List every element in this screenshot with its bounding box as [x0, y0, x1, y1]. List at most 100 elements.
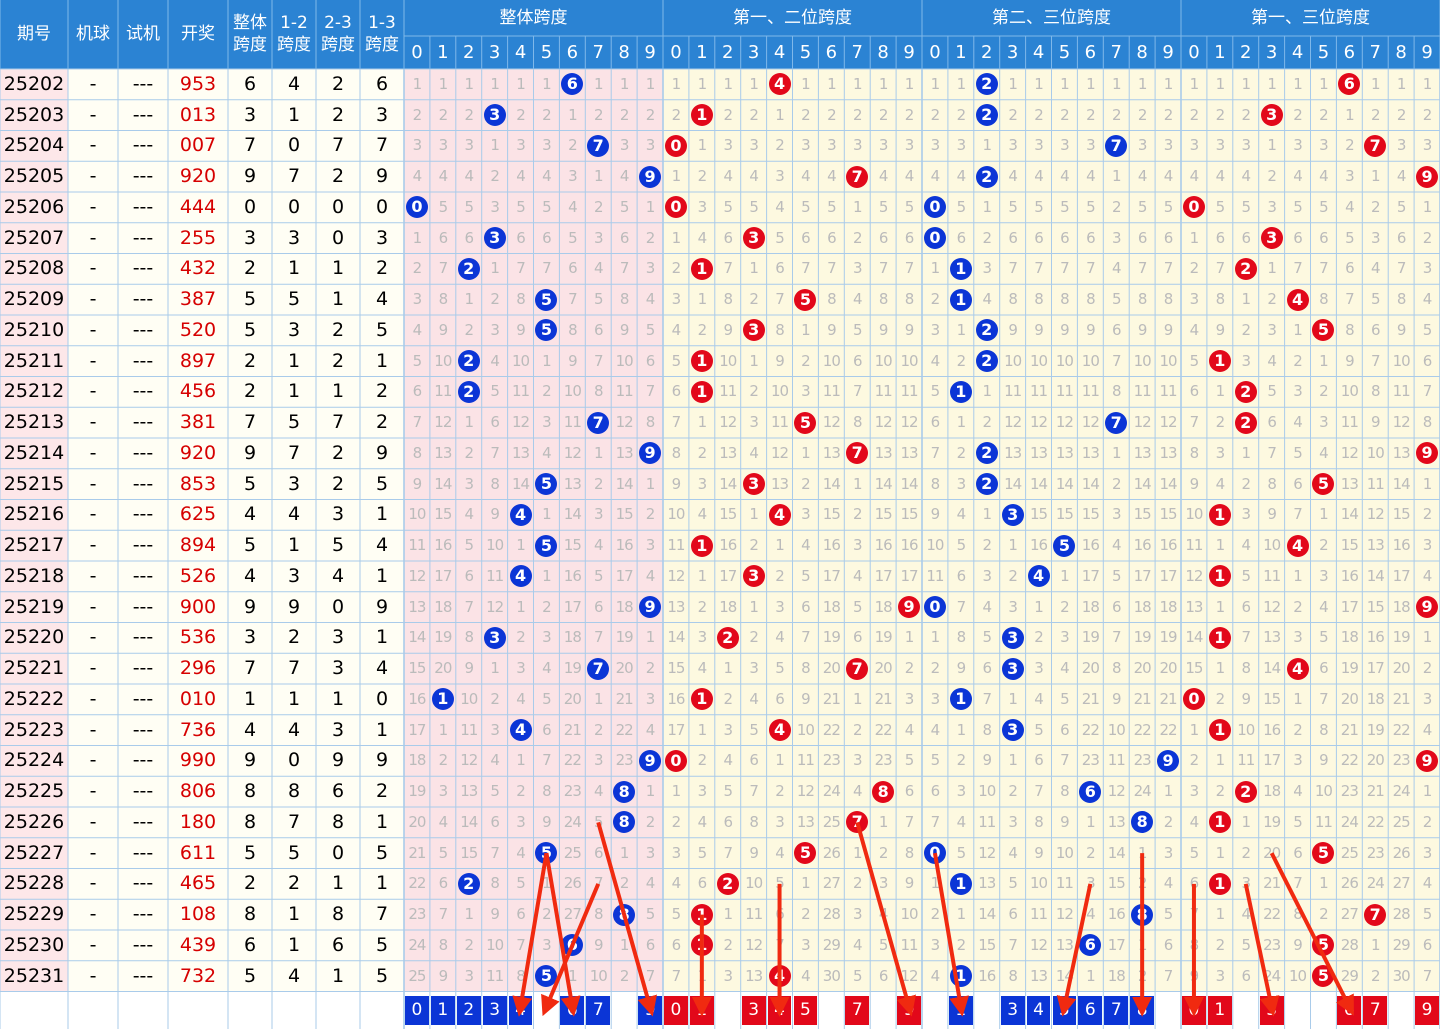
miss-count: 9 [412, 474, 423, 493]
miss-count: 17 [1366, 659, 1385, 678]
miss-count: 3 [1319, 413, 1329, 432]
miss-count: 3 [878, 136, 889, 155]
miss-count: 4 [464, 167, 474, 186]
miss-count: 3 [593, 228, 604, 247]
span-total-cell: 2 [243, 349, 257, 372]
miss-count: 9 [619, 320, 630, 339]
miss-count: 2 [1422, 659, 1433, 678]
span-ball-s23: 0 [923, 842, 946, 865]
miss-count: 6 [1293, 843, 1303, 862]
miss-count: 6 [930, 782, 941, 801]
draw-cell: 013 [179, 103, 217, 126]
miss-count: 1 [1215, 843, 1226, 862]
miss-count: 5 [801, 566, 811, 585]
miss-count: 28 [822, 905, 841, 924]
miss-count: 4 [1422, 290, 1433, 309]
miss-count: 6 [671, 935, 682, 954]
prediction-box-s23: 5 [1052, 995, 1077, 1025]
miss-count: 14 [1340, 505, 1359, 524]
miss-count: 13 [770, 474, 789, 493]
miss-count: 12 [1055, 413, 1074, 432]
miss-count: 1 [542, 566, 552, 585]
miss-count: 5 [1422, 905, 1433, 924]
header-digit: 9 [1421, 41, 1433, 63]
span-ball-s12: 2 [716, 626, 739, 649]
prediction-box-total: 6 [560, 995, 585, 1025]
miss-count: 1 [1086, 966, 1096, 985]
miss-count: 11 [1133, 382, 1152, 401]
miss-count: 4 [1396, 167, 1407, 186]
miss-count: 7 [1267, 443, 1277, 462]
miss-count: 2 [956, 443, 967, 462]
miss-count: 15 [460, 843, 478, 862]
miss-count: 7 [723, 259, 733, 278]
miss-count: 4 [593, 782, 604, 801]
miss-count: 19 [1366, 720, 1385, 739]
miss-count: 19 [1340, 659, 1359, 678]
miss-count: 16 [408, 689, 426, 708]
miss-count: 15 [434, 505, 452, 524]
miss-count: 9 [956, 659, 967, 678]
miss-count: 1 [516, 597, 526, 616]
miss-count: 4 [1034, 167, 1044, 186]
miss-count: 2 [956, 935, 967, 954]
miss-count: 8 [438, 935, 449, 954]
miss-count: 18 [1107, 966, 1126, 985]
span-ball-s23: 3 [1001, 657, 1024, 680]
miss-count: 15 [719, 505, 737, 524]
span-s13-cell: 3 [375, 226, 389, 249]
miss-count: 3 [930, 935, 941, 954]
miss-count: 2 [490, 689, 500, 708]
miss-count: 11 [1004, 382, 1022, 401]
miss-count: 1 [904, 628, 915, 647]
machine-cell: - [89, 411, 97, 434]
span-s13-cell: 2 [375, 411, 389, 434]
miss-count: 6 [464, 566, 474, 585]
miss-count: 18 [1159, 597, 1177, 616]
span-ball-s13: 4 [1286, 288, 1309, 311]
miss-count: 7 [956, 597, 967, 616]
trial-cell: --- [132, 872, 154, 895]
miss-count: 3 [852, 905, 863, 924]
miss-count: 18 [822, 597, 841, 616]
draw-cell: 920 [179, 165, 217, 188]
miss-count: 2 [1086, 843, 1096, 862]
span-ball-s23: 7 [1105, 411, 1128, 434]
miss-count: 10 [589, 966, 608, 985]
miss-count: 3 [619, 136, 630, 155]
miss-count: 4 [723, 751, 733, 770]
draw-cell: 432 [179, 257, 217, 280]
header-group-s12: 第一、二位跨度 [733, 7, 852, 28]
miss-count: 7 [904, 259, 915, 278]
miss-count: 1 [1319, 351, 1329, 370]
miss-count: 5 [775, 874, 785, 893]
miss-count: 16 [1392, 536, 1411, 555]
span-ball-s13: 7 [1364, 134, 1387, 157]
miss-count: 11 [667, 536, 685, 555]
miss-count: 8 [1215, 290, 1226, 309]
miss-count: 1 [930, 874, 941, 893]
miss-count: 9 [1215, 320, 1226, 339]
miss-count: 1 [697, 720, 708, 739]
miss-count: 4 [904, 720, 915, 739]
miss-count: 1 [930, 74, 941, 93]
miss-count: 8 [1034, 812, 1044, 831]
draw-cell: 007 [179, 134, 217, 157]
miss-count: 20 [434, 659, 452, 678]
miss-count: 2 [982, 413, 992, 432]
span-s13-cell: 6 [375, 72, 389, 95]
header-digit: 1 [437, 41, 449, 63]
prediction-box-s13: 1 [1207, 995, 1232, 1025]
span-ball-s23: 2 [975, 165, 998, 188]
header-digit: 0 [411, 41, 423, 63]
header-digit: 1 [1214, 41, 1226, 63]
span-s13-cell: 9 [375, 749, 389, 772]
miss-count: 7 [490, 843, 500, 862]
miss-count: 1 [1163, 74, 1174, 93]
miss-count: 1 [1241, 74, 1251, 93]
miss-count: 3 [1215, 966, 1226, 985]
miss-count: 3 [904, 689, 915, 708]
header-digit: 8 [877, 41, 889, 63]
miss-count: 4 [542, 659, 552, 678]
miss-count: 1 [1086, 74, 1096, 93]
